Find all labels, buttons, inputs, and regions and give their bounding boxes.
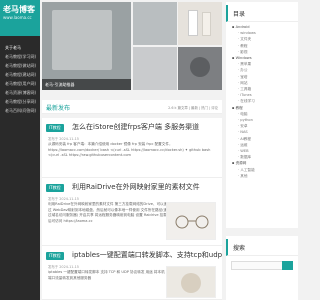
hero-image (190, 57, 210, 77)
nav-item-build[interactable]: 老马教程(建站网) (0, 70, 40, 79)
post-card[interactable]: IT教程 iptables一键配置端口转发脚本、支持tcp和udp 发布于 20… (42, 246, 222, 300)
category-item[interactable]: · 其他 (232, 173, 298, 179)
post-date: 发布于 2024-11-15 (48, 265, 79, 269)
hero-tile[interactable] (133, 47, 177, 90)
hero-image (52, 10, 112, 70)
hero-image (188, 10, 198, 36)
hero-tile[interactable] (178, 47, 222, 90)
hero-main-card[interactable]: 老马-引流助推器 (42, 2, 131, 90)
section-filters[interactable]: 2.6 k 篇文章 | 最新 | 热门 | 评论 (168, 105, 218, 110)
nav-item-study[interactable]: 老马教程(学习网) (0, 52, 40, 61)
post-card[interactable]: IT教程 利用RaiDrive在外网映射家里的素材文件 发布于 2024-11-… (42, 178, 222, 246)
category-badge[interactable]: IT教程 (46, 184, 64, 192)
post-thumbnail[interactable] (166, 202, 216, 240)
hero-caption: 老马-引流助推器 (42, 79, 131, 90)
post-thumbnail[interactable] (166, 266, 216, 298)
category-badge[interactable]: IT教程 (46, 124, 64, 132)
left-sidebar: 老马博客 www.laoma.cc 关于老马 老马教程(学习网) 老马教程(做站… (0, 0, 40, 300)
section-title: 最新发布 (46, 105, 71, 112)
search-input[interactable] (231, 261, 293, 270)
glasses-image (175, 215, 209, 229)
toc-widget: 目录 ▪ Android · windows · 文件夹 · 教程 · 影视 ▪ Wind… (226, 2, 298, 228)
logo-url: www.laoma.cc (3, 15, 32, 20)
toc-title: 目录 (226, 5, 298, 22)
post-excerpt: iptables 一键配置端口转发脚本 支持 TCP 和 UDP 协议转发 用途… (48, 270, 165, 280)
nav-item-wiki[interactable]: 老马百科(问答网) (0, 106, 40, 115)
search-title: 搜索 (226, 239, 298, 256)
hero-tile[interactable] (178, 2, 222, 45)
category-tree: ▪ Android · windows · 文件夹 · 教程 · 影视 ▪ Windows… (226, 22, 298, 179)
post-card[interactable]: IT教程 怎么在iStore创建frps客户端 多服务渠道 发布于 2024-1… (42, 118, 222, 178)
logo-title: 老马博客 (3, 5, 35, 14)
hero-image (202, 12, 211, 36)
post-title[interactable]: iptables一键配置端口转发脚本、支持tcp和udp (72, 250, 222, 261)
nav-item-user[interactable]: 老马教程(用户网) (0, 79, 40, 88)
nav-list: 关于老马 老马教程(学习网) 老马教程(做站网) 老马教程(建站网) 老马教程(… (0, 43, 40, 115)
search-widget: 搜索 (226, 236, 298, 300)
post-excerpt: 从源码安装 frp 客户端：本篇介绍使用 docker 镜像 frp 安装 fr… (48, 142, 211, 157)
hero-tile[interactable] (133, 2, 177, 45)
post-date: 发布于 2024-11-15 (48, 197, 79, 201)
nav-item-about[interactable]: 关于老马 (0, 43, 40, 52)
main-content: 老马-引流助推器 最新发布 2.6 k 篇文章 | 最新 | 热门 | 评论 I… (40, 0, 224, 300)
post-excerpt: 利用RaiDrive在外网映射家里的素材文件 第三方挂载网络的Drive、可以通… (48, 202, 168, 223)
site-logo[interactable]: 老马博客 www.laoma.cc (0, 0, 40, 36)
nav-item-site[interactable]: 老马教程(做站网) (0, 61, 40, 70)
post-title[interactable]: 怎么在iStore创建frps客户端 多服务渠道 (72, 122, 199, 133)
category-badge[interactable]: IT教程 (46, 252, 64, 260)
post-title[interactable]: 利用RaiDrive在外网映射家里的素材文件 (72, 182, 200, 193)
post-date: 发布于 2024-11-15 (48, 137, 79, 141)
nav-item-resource[interactable]: 老马资源(博客网) (0, 88, 40, 97)
cup-image (181, 273, 201, 293)
page: 老马博客 www.laoma.cc 关于老马 老马教程(学习网) 老马教程(做站… (0, 0, 300, 300)
latest-section-header: 最新发布 2.6 k 篇文章 | 最新 | 热门 | 评论 (42, 100, 222, 114)
nav-item-share[interactable]: 老马教程(分享网) (0, 97, 40, 106)
hero-grid: 老马-引流助推器 (42, 2, 222, 90)
search-button[interactable] (282, 261, 293, 270)
right-sidebar: 目录 ▪ Android · windows · 文件夹 · 教程 · 影视 ▪ Wind… (224, 0, 300, 300)
